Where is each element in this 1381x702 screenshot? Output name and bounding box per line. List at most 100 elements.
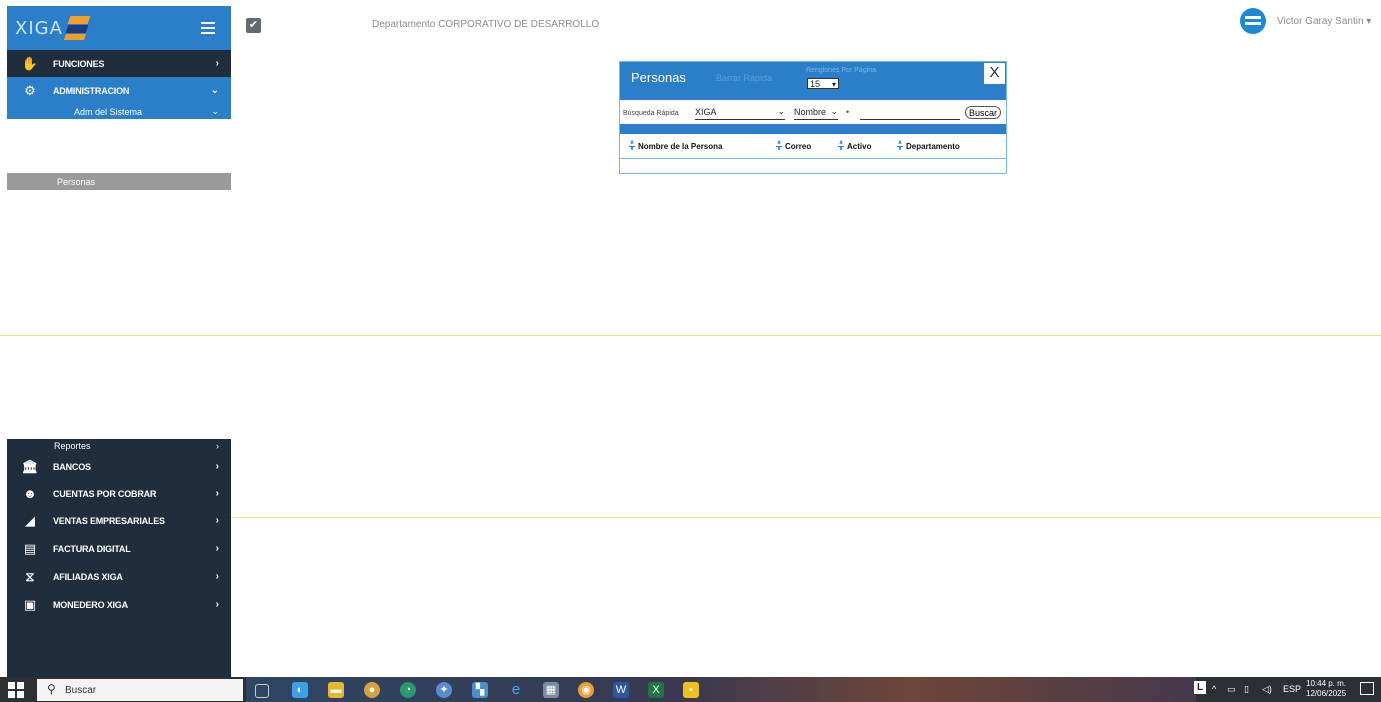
sort-icon: ∧ ∨ [838,140,844,152]
copilot-icon[interactable]: ◐ [292,682,308,698]
excel-icon[interactable]: X [648,682,664,698]
column-header-label: Correo [785,142,812,151]
table-header: ∧ ∨ Nombre de la Persona ∧ ∨ Correo ∧ ∨ Act… [620,136,1006,159]
column-header-label: Departamento [906,142,960,151]
rows-per-page-label: Renglones Por Página [806,67,877,74]
edge-browser-icon[interactable]: ◔ [400,682,416,698]
sidebar-item-label: CUENTAS POR COBRAR [53,488,157,499]
app-icon-2[interactable]: ✦ [436,682,452,698]
rows-per-page-select[interactable]: 15 ▾ [807,78,839,89]
chevron-up-icon[interactable]: ^ [1212,684,1216,694]
logo-text: XIGA [15,17,63,39]
volume-icon[interactable]: ◁) [1262,684,1272,695]
column-header-label: Nombre de la Persona [638,142,723,151]
taskbar-clock[interactable]: 10:44 p. m. 12/06/2025 [1306,679,1346,699]
sidebar-item-funciones[interactable]: ✋ FUNCIONES › [7,50,231,77]
sidebar-item-label: VENTAS EMPRESARIALES [53,515,165,526]
hamburger-menu-icon[interactable] [201,19,215,37]
sidebar-item-label: Reportes [54,441,91,451]
results-header-band [620,124,1006,134]
chevron-right-icon: › [215,543,219,554]
sidebar-item-label: FUNCIONES [53,58,105,69]
sidebar-item-cuentas-por-cobrar[interactable]: ☻ CUENTAS POR COBRAR › [7,480,231,507]
modal-title: Personas [631,70,686,85]
chevron-right-icon: › [215,571,219,582]
rows-per-page-value: 15 [810,79,821,89]
column-header-label: Activo [847,142,872,151]
search-input[interactable] [860,107,960,120]
taskbar-search-label: Buscar [65,685,97,696]
user-menu[interactable]: Victor Garay Santin ▾ [1277,16,1371,27]
chevron-down-icon: ⌄ [777,106,785,116]
network-icon[interactable]: ▭ [1227,684,1236,695]
language-label[interactable]: ESP [1283,684,1301,694]
column-header-nombre[interactable]: ∧ ∨ Nombre de la Persona [629,140,723,152]
user-avatar-icon[interactable] [1240,8,1266,34]
department-label: Departamento CORPORATIVO DE DESARROLLO [372,19,600,30]
bank-icon: 🏛 [21,458,39,474]
close-button[interactable]: X [983,62,1006,85]
word-icon[interactable]: W [613,682,629,698]
header-checkbox[interactable]: ✔ [246,18,261,33]
submenu-label: Adm del Sistema [74,106,143,117]
search-icon: ⚲ [47,682,56,696]
gear-icon: ⚙ [24,82,36,98]
search-field-select[interactable]: Nombre ⌄ [794,106,838,120]
affiliates-icon: ⧖ [25,568,35,584]
sidebar-item-factura-digital[interactable]: ▤ FACTURA DIGITAL › [7,535,231,562]
chevron-right-icon: › [215,488,219,499]
quick-search-value: XIGA [695,107,717,117]
chevron-right-icon: › [215,461,219,472]
search-row: Búsqueda Rápida XIGA ⌄ Nombre ⌄ • Buscar [620,102,1006,124]
hand-coins-icon: ✋ [21,55,39,71]
sort-icon: ∧ ∨ [897,140,903,152]
sidebar-subitem-adm-sistema[interactable]: Adm del Sistema ⌄ [7,104,231,119]
clock-date: 12/06/2025 [1306,689,1347,698]
sidebar-item-label: AFILIADAS XIGA [53,571,123,582]
column-header-departamento[interactable]: ∧ ∨ Departamento [897,140,960,152]
taskbar-background [246,677,1196,702]
chevron-right-icon: › [216,441,219,451]
sidebar-item-ventas-empresariales[interactable]: ◢ VENTAS EMPRESARIALES › [7,507,231,534]
chevron-down-icon: ⌄ [211,106,219,116]
sidebar-header: XIGA [7,6,231,50]
sidebar-item-afiliadas-xiga[interactable]: ⧖ AFILIADAS XIGA › [7,563,231,590]
sidebar-item-personas[interactable]: Personas [7,173,231,190]
chevron-down-icon: ⌄ [210,85,219,96]
chrome-icon[interactable]: ◉ [578,682,594,698]
sales-chart-icon: ◢ [25,512,35,528]
quick-search-select[interactable]: XIGA ⌄ [695,106,785,120]
sort-icon: ∧ ∨ [629,140,635,152]
app-logo[interactable]: XIGA [15,14,91,42]
wallet-icon: ▣ [23,596,37,612]
sidebar-item-label: FACTURA DIGITAL [53,543,131,554]
windows-start-icon[interactable] [8,682,24,698]
display-icon[interactable]: ▯ [1244,684,1249,695]
personas-modal: Personas Barrar Rápida Renglones Por Pág… [619,61,1007,174]
sidebar-item-label: ADMINISTRACION [53,85,130,96]
app-icon-1[interactable]: ● [364,682,380,698]
file-explorer-icon[interactable]: ▬ [328,682,344,698]
app-icon-4[interactable]: ▦ [543,682,559,698]
quick-search-label: Búsqueda Rápida [623,110,679,117]
sticky-notes-icon[interactable]: ▪ [683,682,699,698]
sidebar-item-reportes[interactable]: Reportes › [7,439,231,453]
search-field-value: Nombre [794,107,827,117]
clock-time: 10:44 p. m. [1306,679,1347,688]
sidebar-item-bancos[interactable]: 🏛 BANCOS › [7,453,231,480]
app-icon-3[interactable]: ▚ [472,682,488,698]
chevron-right-icon: › [215,599,219,610]
column-header-activo[interactable]: ∧ ∨ Activo [838,140,872,152]
internet-explorer-icon[interactable]: e [508,682,524,698]
taskbar-search-box[interactable]: ⚲ Buscar [37,679,243,701]
sidebar-item-label: MONEDERO XIGA [53,599,128,610]
column-header-correo[interactable]: ∧ ∨ Correo [776,140,812,152]
sidebar-item-monedero-xiga[interactable]: ▣ MONEDERO XIGA › [7,591,231,618]
search-button[interactable]: Buscar [965,106,1001,119]
invoice-icon: ▤ [23,540,37,556]
sidebar-item-administracion[interactable]: ⚙ ADMINISTRACION ⌄ [7,77,231,104]
language-indicator[interactable]: L [1194,681,1207,694]
modal-faded-text: Barrar Rápida [716,73,773,83]
notification-icon[interactable] [1360,682,1374,695]
task-view-icon[interactable] [255,684,269,698]
